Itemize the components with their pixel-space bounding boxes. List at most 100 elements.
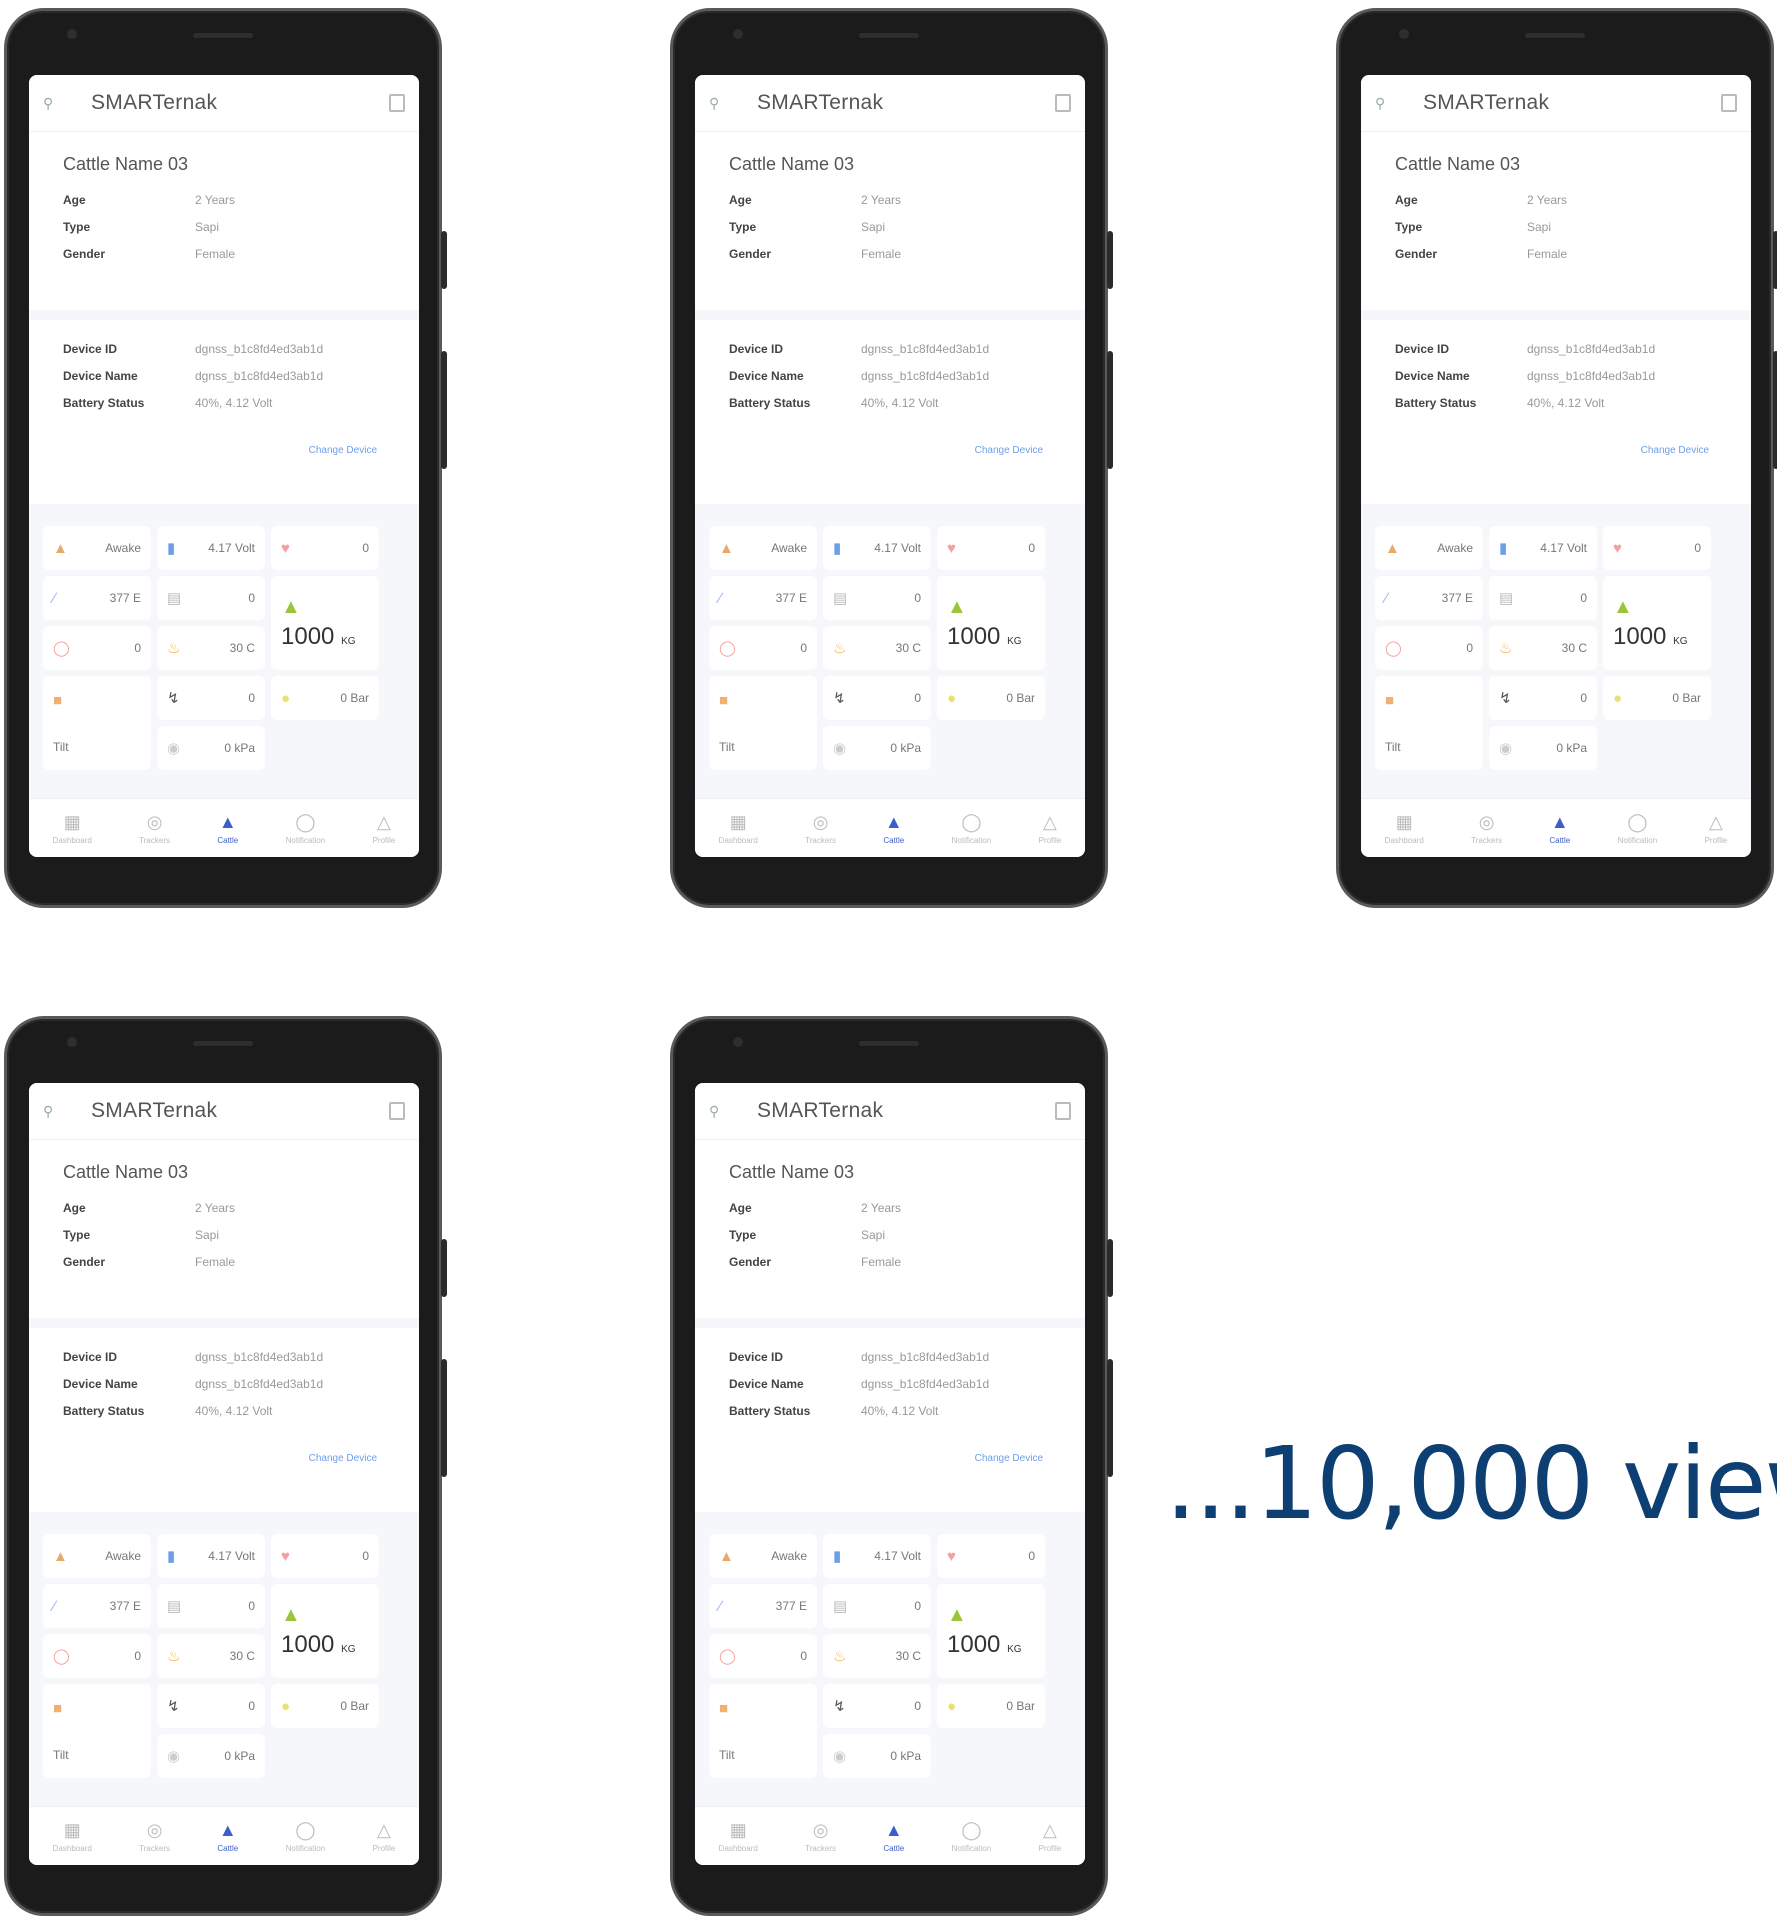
change-device-link[interactable]: Change Device <box>729 445 1051 456</box>
nav-cattle[interactable]: ▲ Cattle <box>883 1820 904 1853</box>
heart-rate-tile[interactable]: ♥ 0 <box>271 526 379 570</box>
heart-rate-tile[interactable]: ♥ 0 <box>937 1534 1045 1578</box>
nav-cattle[interactable]: ▲ Cattle <box>217 1820 238 1853</box>
nav-notification[interactable]: ◯ Notification <box>1618 812 1658 845</box>
status-tile[interactable]: ▲ Awake <box>709 526 817 570</box>
change-device-link[interactable]: Change Device <box>63 445 385 456</box>
temperature-tile[interactable]: ♨ 30 C <box>1489 626 1597 670</box>
change-device-link[interactable]: Change Device <box>729 1453 1051 1464</box>
voltage-tile[interactable]: ▮ 4.17 Volt <box>157 1534 265 1578</box>
nav-profile[interactable]: △ Profile <box>1039 1820 1062 1853</box>
nav-profile[interactable]: △ Profile <box>373 1820 396 1853</box>
activity-tile[interactable]: ▤ 0 <box>157 576 265 620</box>
nav-notification[interactable]: ◯ Notification <box>286 1820 326 1853</box>
pressure-tile[interactable]: ◉ 0 kPa <box>157 1734 265 1778</box>
change-device-link[interactable]: Change Device <box>1395 445 1717 456</box>
nav-profile[interactable]: △ Profile <box>1039 812 1062 845</box>
voltage-tile[interactable]: ▮ 4.17 Volt <box>1489 526 1597 570</box>
signal-tile[interactable]: ∕ 377 E <box>709 576 817 620</box>
status-tile[interactable]: ▲ Awake <box>1375 526 1483 570</box>
menu-icon[interactable] <box>1721 94 1737 112</box>
fever-tile[interactable]: ◯ 0 <box>709 626 817 670</box>
nav-notification[interactable]: ◯ Notification <box>286 812 326 845</box>
activity-tile[interactable]: ▤ 0 <box>157 1584 265 1628</box>
tilt-tile[interactable]: ■ Tilt <box>43 1684 151 1778</box>
pressure-tile[interactable]: ◉ 0 kPa <box>157 726 265 770</box>
weight-tile[interactable]: ▲ 1000 KG <box>1603 576 1711 670</box>
steps-tile[interactable]: ↯ 0 <box>1489 676 1597 720</box>
menu-icon[interactable] <box>389 94 405 112</box>
steps-tile[interactable]: ↯ 0 <box>157 1684 265 1728</box>
heart-rate-tile[interactable]: ♥ 0 <box>1603 526 1711 570</box>
temperature-tile[interactable]: ♨ 30 C <box>823 1634 931 1678</box>
change-device-link[interactable]: Change Device <box>63 1453 385 1464</box>
signal-tile[interactable]: ∕ 377 E <box>709 1584 817 1628</box>
menu-icon[interactable] <box>1055 94 1071 112</box>
activity-tile[interactable]: ▤ 0 <box>823 576 931 620</box>
tilt-tile[interactable]: ■ Tilt <box>709 676 817 770</box>
pressure-tile[interactable]: ◉ 0 kPa <box>823 1734 931 1778</box>
weight-tile[interactable]: ▲ 1000 KG <box>937 576 1045 670</box>
nav-cattle[interactable]: ▲ Cattle <box>217 812 238 845</box>
heart-rate-tile[interactable]: ♥ 0 <box>937 526 1045 570</box>
status-tile[interactable]: ▲ Awake <box>709 1534 817 1578</box>
nav-trackers[interactable]: ◎ Trackers <box>805 812 836 845</box>
fever-tile[interactable]: ◯ 0 <box>43 1634 151 1678</box>
tilt-tile[interactable]: ■ Tilt <box>43 676 151 770</box>
nav-cattle[interactable]: ▲ Cattle <box>1549 812 1570 845</box>
search-icon[interactable]: ⚲ <box>1375 95 1397 112</box>
nav-notification[interactable]: ◯ Notification <box>952 812 992 845</box>
activity-tile[interactable]: ▤ 0 <box>1489 576 1597 620</box>
steps-tile[interactable]: ↯ 0 <box>823 676 931 720</box>
weight-tile[interactable]: ▲ 1000 KG <box>937 1584 1045 1678</box>
nav-cattle[interactable]: ▲ Cattle <box>883 812 904 845</box>
menu-icon[interactable] <box>1055 1102 1071 1120</box>
search-icon[interactable]: ⚲ <box>43 1103 65 1120</box>
temperature-tile[interactable]: ♨ 30 C <box>157 626 265 670</box>
nav-trackers[interactable]: ◎ Trackers <box>139 812 170 845</box>
tilt-tile[interactable]: ■ Tilt <box>1375 676 1483 770</box>
nav-profile[interactable]: △ Profile <box>373 812 396 845</box>
voltage-tile[interactable]: ▮ 4.17 Volt <box>823 1534 931 1578</box>
nav-dashboard[interactable]: ▦ Dashboard <box>53 1820 92 1853</box>
nav-dashboard[interactable]: ▦ Dashboard <box>719 812 758 845</box>
steps-tile[interactable]: ↯ 0 <box>157 676 265 720</box>
status-tile[interactable]: ▲ Awake <box>43 1534 151 1578</box>
activity-tile[interactable]: ▤ 0 <box>823 1584 931 1628</box>
humidity-tile[interactable]: ● 0 Bar <box>1603 676 1711 720</box>
signal-tile[interactable]: ∕ 377 E <box>43 576 151 620</box>
nav-dashboard[interactable]: ▦ Dashboard <box>53 812 92 845</box>
humidity-tile[interactable]: ● 0 Bar <box>937 1684 1045 1728</box>
menu-icon[interactable] <box>389 1102 405 1120</box>
search-icon[interactable]: ⚲ <box>709 95 731 112</box>
humidity-tile[interactable]: ● 0 Bar <box>271 676 379 720</box>
signal-tile[interactable]: ∕ 377 E <box>1375 576 1483 620</box>
nav-notification[interactable]: ◯ Notification <box>952 1820 992 1853</box>
signal-tile[interactable]: ∕ 377 E <box>43 1584 151 1628</box>
weight-tile[interactable]: ▲ 1000 KG <box>271 1584 379 1678</box>
heart-rate-tile[interactable]: ♥ 0 <box>271 1534 379 1578</box>
steps-tile[interactable]: ↯ 0 <box>823 1684 931 1728</box>
status-tile[interactable]: ▲ Awake <box>43 526 151 570</box>
search-icon[interactable]: ⚲ <box>43 95 65 112</box>
humidity-tile[interactable]: ● 0 Bar <box>937 676 1045 720</box>
weight-tile[interactable]: ▲ 1000 KG <box>271 576 379 670</box>
nav-trackers[interactable]: ◎ Trackers <box>805 1820 836 1853</box>
pressure-tile[interactable]: ◉ 0 kPa <box>1489 726 1597 770</box>
temperature-tile[interactable]: ♨ 30 C <box>823 626 931 670</box>
fever-tile[interactable]: ◯ 0 <box>709 1634 817 1678</box>
fever-tile[interactable]: ◯ 0 <box>43 626 151 670</box>
temperature-tile[interactable]: ♨ 30 C <box>157 1634 265 1678</box>
fever-tile[interactable]: ◯ 0 <box>1375 626 1483 670</box>
humidity-tile[interactable]: ● 0 Bar <box>271 1684 379 1728</box>
nav-profile[interactable]: △ Profile <box>1705 812 1728 845</box>
nav-trackers[interactable]: ◎ Trackers <box>1471 812 1502 845</box>
nav-dashboard[interactable]: ▦ Dashboard <box>1385 812 1424 845</box>
nav-trackers[interactable]: ◎ Trackers <box>139 1820 170 1853</box>
tilt-tile[interactable]: ■ Tilt <box>709 1684 817 1778</box>
nav-dashboard[interactable]: ▦ Dashboard <box>719 1820 758 1853</box>
voltage-tile[interactable]: ▮ 4.17 Volt <box>157 526 265 570</box>
search-icon[interactable]: ⚲ <box>709 1103 731 1120</box>
pressure-tile[interactable]: ◉ 0 kPa <box>823 726 931 770</box>
voltage-tile[interactable]: ▮ 4.17 Volt <box>823 526 931 570</box>
